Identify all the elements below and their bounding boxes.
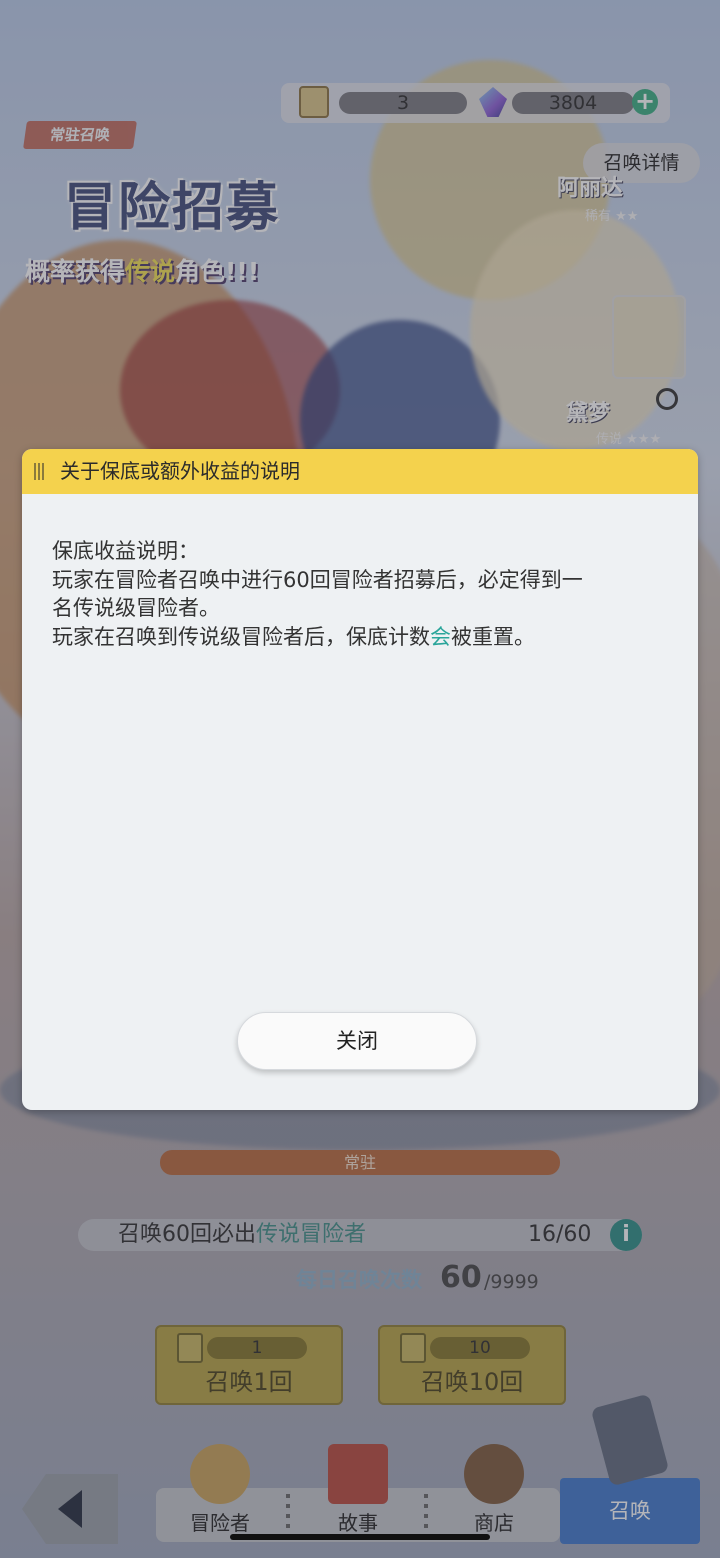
modal-header: 关于保底或额外收益的说明 <box>22 449 698 494</box>
modal-line-post: 被重置。 <box>451 624 535 649</box>
close-button[interactable]: 关闭 <box>237 1012 477 1070</box>
modal-line: 玩家在召唤到传说级冒险者后，保底计数会被重置。 <box>52 623 672 652</box>
modal-line-highlight: 会 <box>430 624 451 649</box>
home-indicator <box>230 1534 490 1540</box>
modal-title: 关于保底或额外收益的说明 <box>60 459 300 483</box>
pity-info-modal: 关于保底或额外收益的说明 保底收益说明： 玩家在冒险者召唤中进行60回冒险者招募… <box>22 449 698 1110</box>
modal-line: 保底收益说明： <box>52 539 199 563</box>
modal-line-pre: 玩家在召唤到传说级冒险者后，保底计数 <box>52 624 430 649</box>
modal-line: 名传说级冒险者。 <box>52 596 220 620</box>
modal-body: 保底收益说明： 玩家在冒险者召唤中进行60回冒险者招募后，必定得到一 名传说级冒… <box>52 537 672 651</box>
grip-icon <box>34 463 46 480</box>
modal-line: 玩家在冒险者召唤中进行60回冒险者招募后，必定得到一 <box>52 567 583 592</box>
